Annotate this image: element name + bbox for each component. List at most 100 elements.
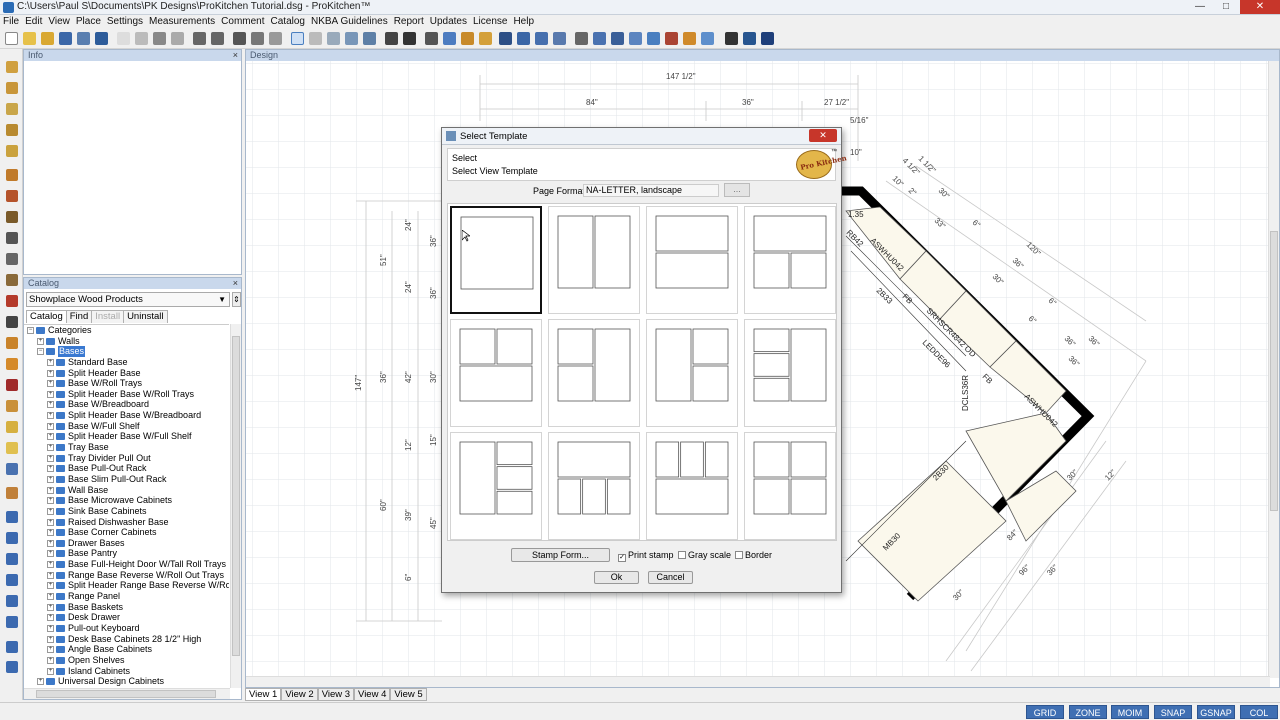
menu-catalog[interactable]: Catalog — [268, 15, 308, 28]
print-preview-icon[interactable] — [251, 32, 264, 45]
minimize-button[interactable]: — — [1188, 0, 1212, 14]
tab-view-4[interactable]: View 4 — [354, 688, 391, 701]
open-recent-icon[interactable] — [41, 32, 54, 45]
tab-view-3[interactable]: View 3 — [317, 688, 355, 701]
tree-expander-icon[interactable]: + — [47, 656, 54, 664]
tree-item[interactable]: + Open Shelves — [24, 655, 229, 666]
tree-expander-icon[interactable]: + — [47, 444, 54, 452]
zoom-in-icon[interactable] — [327, 32, 340, 45]
section-view-icon[interactable] — [461, 32, 474, 45]
tree-item[interactable]: + Base Corner Cabinets — [24, 527, 229, 538]
moim-toggle-button[interactable]: MOIM — [1111, 705, 1149, 719]
col-toggle-button[interactable]: COL — [1240, 705, 1278, 719]
tab-view-5[interactable]: View 5 — [390, 688, 427, 701]
tall-cabinet-icon[interactable] — [6, 211, 18, 223]
save-icon[interactable] — [59, 32, 72, 45]
tree-item[interactable]: + Tray Divider Pull Out — [24, 453, 229, 464]
menu-comment[interactable]: Comment — [218, 15, 267, 28]
measure-diag-icon[interactable] — [6, 574, 18, 586]
tree-expander-icon[interactable]: − — [27, 327, 34, 334]
paste-icon[interactable] — [153, 32, 166, 45]
zoom-page-icon[interactable] — [269, 32, 282, 45]
pan-hand-icon[interactable] — [309, 32, 322, 45]
zoom-window-icon[interactable] — [345, 32, 358, 45]
tree-expander-icon[interactable]: + — [47, 401, 54, 409]
template-option-7[interactable] — [646, 319, 738, 427]
tree-expander-icon[interactable]: + — [47, 561, 54, 569]
zoom-extents-icon[interactable] — [363, 32, 376, 45]
tool-f-icon[interactable] — [665, 32, 678, 45]
tree-item[interactable]: + Base Pull-Out Rack — [24, 463, 229, 474]
menu-place[interactable]: Place — [73, 15, 104, 28]
help-icon[interactable] — [761, 32, 774, 45]
3d-view-icon[interactable] — [499, 32, 512, 45]
tree-item[interactable]: + Angle Base Cabinets — [24, 644, 229, 655]
scissors-icon[interactable] — [135, 32, 148, 45]
tree-expander-icon[interactable]: + — [47, 667, 54, 675]
close-window-button[interactable]: ✕ — [1240, 0, 1280, 14]
tree-expander-icon[interactable]: + — [47, 539, 54, 547]
tree-item[interactable]: + Tray Base — [24, 442, 229, 453]
delete-icon[interactable] — [171, 32, 184, 45]
zone-toggle-button[interactable]: ZONE — [1069, 705, 1107, 719]
print-stamp-checkbox[interactable]: ✓ Print stamp — [618, 550, 674, 562]
tree-expander-icon[interactable]: + — [47, 380, 54, 388]
tree-item[interactable]: + Standard Base — [24, 357, 229, 368]
menu-settings[interactable]: Settings — [104, 15, 146, 28]
tree-item[interactable]: + Split Header Base W/Breadboard — [24, 410, 229, 421]
menu-edit[interactable]: Edit — [22, 15, 45, 28]
walkthrough-icon[interactable] — [553, 32, 566, 45]
scroll-thumb[interactable] — [36, 690, 216, 698]
tree-item[interactable]: + Base Baskets — [24, 602, 229, 613]
tab-uninstall[interactable]: Uninstall — [123, 310, 168, 323]
properties-icon[interactable] — [95, 32, 108, 45]
tree-item[interactable]: + Island Cabinets — [24, 666, 229, 677]
tree-expander-icon[interactable]: + — [47, 486, 54, 494]
gray-scale-checkbox[interactable]: Gray scale — [678, 550, 731, 560]
tree-item[interactable]: + Base Pantry — [24, 548, 229, 559]
tree-item[interactable]: + Split Header Range Base Reverse W/Roll … — [24, 580, 229, 591]
menu-help[interactable]: Help — [510, 15, 537, 28]
measure-chain-icon[interactable] — [6, 616, 18, 628]
tool-e-icon[interactable] — [647, 32, 660, 45]
tree-expander-icon[interactable]: + — [47, 507, 54, 515]
tree-expander-icon[interactable]: + — [47, 550, 54, 558]
select-pointer-icon[interactable] — [291, 32, 304, 45]
tree-item[interactable]: + Range Panel — [24, 591, 229, 602]
template-option-11[interactable] — [646, 432, 738, 540]
save-as-icon[interactable] — [77, 32, 90, 45]
catalog-tree-vertical-scrollbar[interactable] — [230, 324, 241, 688]
tree-item[interactable]: − Categories — [24, 325, 229, 336]
design-vertical-scrollbar[interactable] — [1268, 61, 1279, 678]
tab-view-1[interactable]: View 1 — [245, 688, 282, 701]
tree-expander-icon[interactable]: + — [47, 603, 54, 611]
menu-view[interactable]: View — [45, 15, 73, 28]
menu-updates[interactable]: Updates — [427, 15, 470, 28]
tree-item[interactable]: + Pull-out Keyboard — [24, 623, 229, 634]
tree-expander-icon[interactable]: + — [47, 422, 54, 430]
new-file-icon[interactable] — [5, 32, 18, 45]
tree-expander-icon[interactable]: + — [37, 678, 44, 686]
layout-view-icon[interactable] — [403, 32, 416, 45]
menu-report[interactable]: Report — [391, 15, 427, 28]
maximize-button[interactable]: □ — [1214, 0, 1238, 14]
tree-item[interactable]: + Split Header Base — [24, 368, 229, 379]
tree-expander-icon[interactable]: + — [47, 390, 54, 398]
texture-icon[interactable] — [6, 463, 18, 475]
tree-expander-icon[interactable]: + — [47, 497, 54, 505]
wall-draw-icon[interactable] — [6, 82, 18, 94]
stamp-form-button[interactable]: Stamp Form... — [511, 548, 610, 562]
tab-find[interactable]: Find — [65, 310, 93, 323]
cancel-button[interactable]: Cancel — [648, 571, 693, 584]
tool-i-icon[interactable] — [725, 32, 738, 45]
redo-icon[interactable] — [211, 32, 224, 45]
tree-item[interactable]: + Base Full-Height Door W/Tall Roll Trays — [24, 559, 229, 570]
tree-item[interactable]: + Desk Drawer — [24, 612, 229, 623]
print-icon[interactable] — [233, 32, 246, 45]
tree-expander-icon[interactable]: + — [47, 475, 54, 483]
tree-expander-icon[interactable]: + — [47, 582, 54, 590]
tool-a-icon[interactable] — [575, 32, 588, 45]
fixture-icon[interactable] — [6, 379, 18, 391]
manufacturer-select[interactable]: Showplace Wood Products ▼ — [26, 292, 230, 307]
menu-file[interactable]: File — [0, 15, 22, 28]
